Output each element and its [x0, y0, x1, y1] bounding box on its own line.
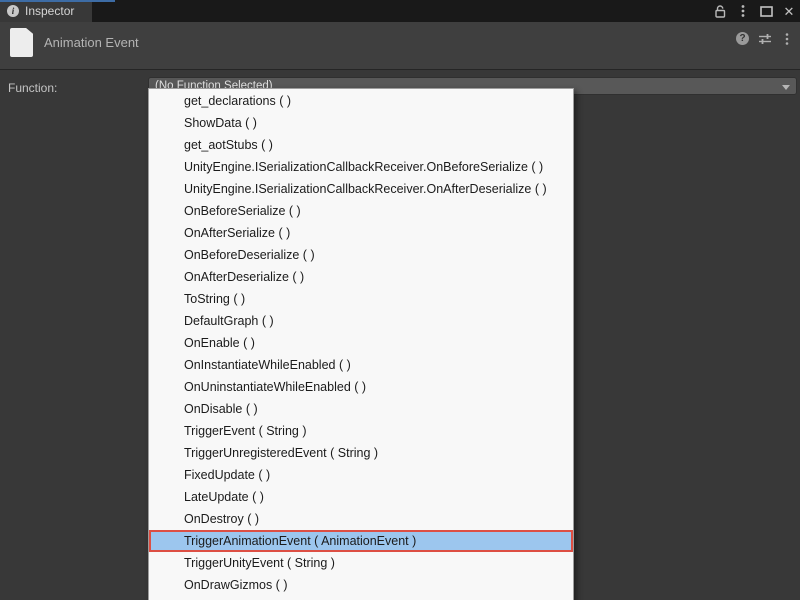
inspector-header: Animation Event ?: [0, 22, 800, 70]
dropdown-item[interactable]: OnEnable ( ): [149, 332, 573, 354]
presets-icon[interactable]: [756, 30, 773, 47]
dropdown-item[interactable]: FixedUpdate ( ): [149, 464, 573, 486]
dropdown-item[interactable]: OnDisable ( ): [149, 398, 573, 420]
dropdown-item[interactable]: LateUpdate ( ): [149, 486, 573, 508]
dropdown-item[interactable]: OnBeforeSerialize ( ): [149, 200, 573, 222]
window-titlebar: i Inspector ✕: [0, 0, 800, 22]
dropdown-item[interactable]: ToString ( ): [149, 288, 573, 310]
dropdown-item[interactable]: OnAfterDeserialize ( ): [149, 266, 573, 288]
chevron-down-icon: [782, 85, 790, 90]
dropdown-item[interactable]: get_aotStubs ( ): [149, 134, 573, 156]
dropdown-item[interactable]: UnityEngine.ISerializationCallbackReceiv…: [149, 178, 573, 200]
dropdown-item[interactable]: ShowData ( ): [149, 112, 573, 134]
help-icon[interactable]: ?: [734, 30, 751, 47]
dropdown-item[interactable]: TriggerAnimationEvent ( AnimationEvent ): [149, 530, 573, 552]
tab-inspector[interactable]: i Inspector: [0, 0, 92, 22]
dropdown-item[interactable]: TriggerEvent ( String ): [149, 420, 573, 442]
header-icons: ?: [734, 30, 795, 47]
dropdown-item[interactable]: OnDrawGizmos ( ): [149, 574, 573, 596]
dropdown-item[interactable]: get_declarations ( ): [149, 90, 573, 112]
info-icon: i: [7, 5, 19, 17]
dropdown-item[interactable]: OnDestroy ( ): [149, 508, 573, 530]
function-label: Function:: [8, 81, 57, 95]
kebab-menu-icon[interactable]: [735, 3, 751, 19]
close-icon[interactable]: ✕: [781, 3, 797, 19]
dropdown-item[interactable]: UnityEngine.ISerializationCallbackReceiv…: [149, 156, 573, 178]
dropdown-item[interactable]: DefaultGraph ( ): [149, 310, 573, 332]
dropdown-item[interactable]: OnAfterSerialize ( ): [149, 222, 573, 244]
dropdown-item[interactable]: TriggerUnregisteredEvent ( String ): [149, 442, 573, 464]
kebab-menu-icon[interactable]: [778, 30, 795, 47]
asset-title: Animation Event: [44, 35, 139, 50]
unlock-icon[interactable]: [712, 3, 728, 19]
dropdown-item[interactable]: OnBeforeDeserialize ( ): [149, 244, 573, 266]
function-dropdown-popup: get_declarations ( )ShowData ( )get_aotS…: [148, 88, 574, 600]
dropdown-item[interactable]: OnInstantiateWhileEnabled ( ): [149, 354, 573, 376]
inspector-window: i Inspector ✕: [0, 0, 800, 600]
active-tab-accent: [0, 0, 115, 2]
maximize-icon[interactable]: [758, 3, 774, 19]
document-icon: [10, 28, 33, 57]
dropdown-item[interactable]: TriggerUnityEvent ( String ): [149, 552, 573, 574]
titlebar-icons: ✕: [712, 0, 797, 22]
tab-label: Inspector: [25, 4, 74, 18]
dropdown-item[interactable]: OnUninstantiateWhileEnabled ( ): [149, 376, 573, 398]
